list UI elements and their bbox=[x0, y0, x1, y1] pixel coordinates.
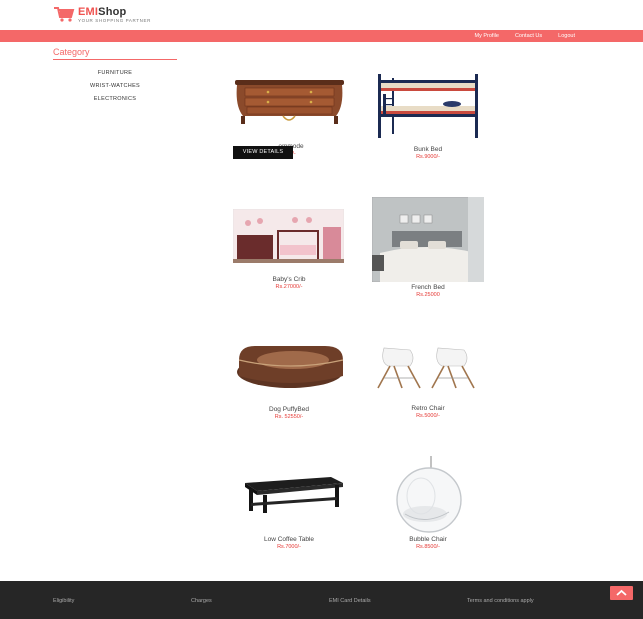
footer-link-charges[interactable]: Charges bbox=[191, 598, 212, 604]
footer-link-terms[interactable]: Terms and conditions apply bbox=[467, 598, 534, 604]
product-price: Rs.25000 bbox=[416, 292, 440, 298]
nav-contact-us[interactable]: Contact Us bbox=[515, 33, 542, 39]
cart-icon bbox=[54, 7, 75, 22]
category-list: FURNITURE WRIST-WATCHES ELECTRONICS bbox=[53, 67, 177, 106]
commode-image[interactable] bbox=[233, 78, 346, 126]
category-item-electronics[interactable]: ELECTRONICS bbox=[53, 93, 177, 106]
coffee-table-image[interactable] bbox=[239, 475, 345, 515]
bunk-bed-image[interactable] bbox=[372, 70, 484, 140]
product-name[interactable]: Bunk Bed bbox=[368, 146, 488, 153]
product-name[interactable]: Dog PuffyBed bbox=[229, 406, 349, 413]
product-price: Rs.8500/- bbox=[416, 544, 440, 550]
footer-link-eligibility[interactable]: Eligibility bbox=[53, 598, 74, 604]
product-price: Rs. 52550/- bbox=[274, 414, 304, 420]
product-name[interactable]: Baby's Crib bbox=[229, 276, 349, 283]
nav-logout[interactable]: Logout bbox=[558, 33, 575, 39]
product-name[interactable]: Retro Chair bbox=[368, 405, 488, 412]
brand-name: EMIShop bbox=[78, 6, 151, 18]
product-name[interactable]: Low Coffee Table bbox=[229, 536, 349, 543]
chevron-up-icon bbox=[616, 589, 627, 596]
category-title: Category bbox=[53, 47, 177, 60]
logo[interactable]: EMIShop YOUR SHOPPING PARTNER bbox=[53, 6, 151, 24]
product-price: Rs.5000/- bbox=[416, 413, 440, 419]
baby-crib-image[interactable] bbox=[233, 209, 344, 263]
retro-chair-image[interactable] bbox=[372, 344, 484, 390]
top-navbar: My Profile Contact Us Logout bbox=[0, 30, 643, 42]
bubble-chair-image[interactable] bbox=[385, 456, 471, 534]
dog-bed-image[interactable] bbox=[235, 342, 345, 390]
category-item-furniture[interactable]: FURNITURE bbox=[53, 67, 177, 80]
brand-tagline: YOUR SHOPPING PARTNER bbox=[78, 18, 151, 23]
scroll-to-top-button[interactable] bbox=[610, 586, 633, 600]
french-bed-image[interactable] bbox=[372, 197, 484, 282]
product-price: Rs.7000/- bbox=[277, 544, 301, 550]
nav-my-profile[interactable]: My Profile bbox=[475, 33, 499, 39]
product-name[interactable]: French Bed bbox=[368, 284, 488, 291]
brand-name-part1: EMI bbox=[78, 6, 99, 18]
brand-name-part2: Shop bbox=[98, 6, 127, 18]
footer-link-emi-card-details[interactable]: EMI Card Details bbox=[329, 598, 371, 604]
product-price: Rs.9000/- bbox=[416, 154, 440, 160]
category-sidebar: Category FURNITURE WRIST-WATCHES ELECTRO… bbox=[53, 47, 177, 106]
category-item-wrist-watches[interactable]: WRIST-WATCHES bbox=[53, 80, 177, 93]
header: EMIShop YOUR SHOPPING PARTNER bbox=[0, 0, 643, 30]
product-price: Rs.27000/- bbox=[275, 284, 303, 290]
footer: Eligibility Charges EMI Card Details Ter… bbox=[0, 581, 643, 619]
view-details-button[interactable]: VIEW DETAILS bbox=[233, 146, 293, 159]
product-name[interactable]: Bubble Chair bbox=[368, 536, 488, 543]
